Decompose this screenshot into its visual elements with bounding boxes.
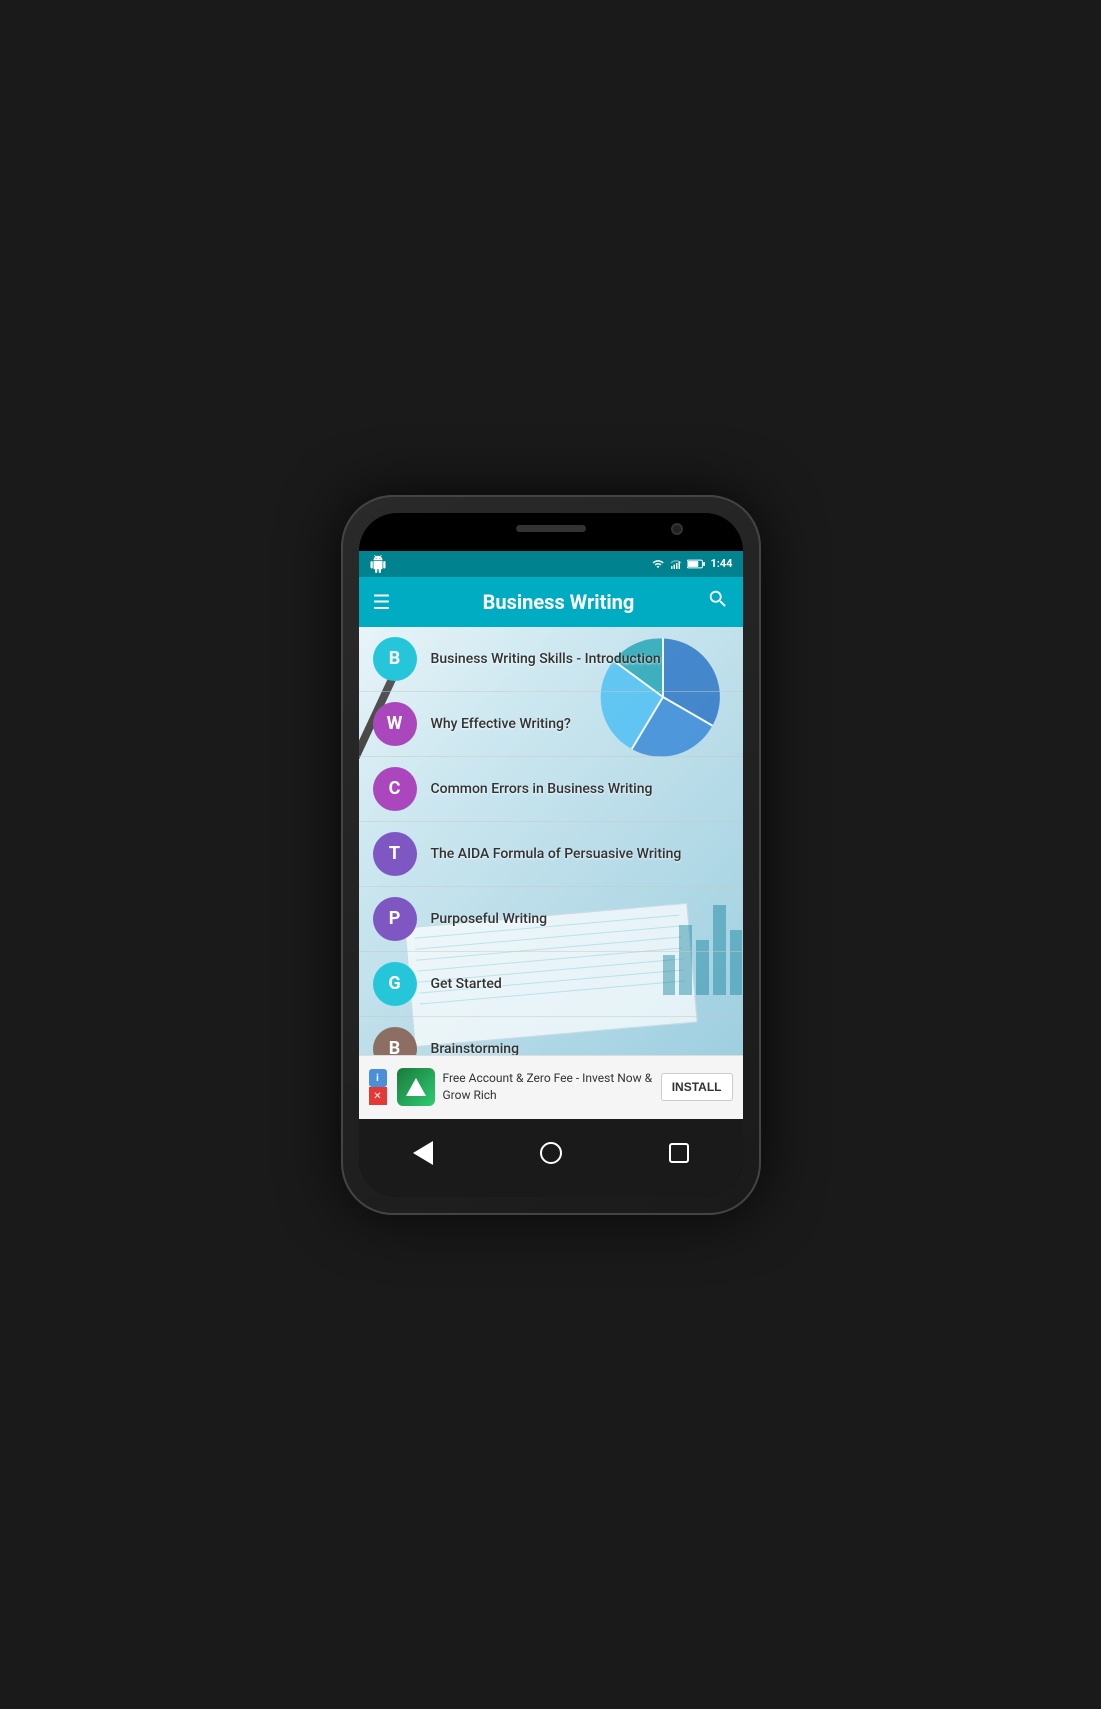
recents-icon <box>669 1143 689 1163</box>
list-item[interactable]: B Business Writing Skills - Introduction <box>359 627 743 692</box>
avatar: T <box>373 832 417 876</box>
ad-text: Free Account & Zero Fee - Invest Now & G… <box>443 1070 661 1104</box>
menu-icon[interactable]: ☰ <box>373 590 391 614</box>
avatar: B <box>373 637 417 681</box>
list-item-text: Brainstorming <box>431 1041 520 1055</box>
list-item[interactable]: G Get Started <box>359 952 743 1017</box>
list-item-text: The AIDA Formula of Persuasive Writing <box>431 846 682 862</box>
search-icon[interactable] <box>707 588 729 615</box>
ad-logo <box>397 1068 435 1106</box>
status-right: 1:44 <box>651 557 732 570</box>
avatar: W <box>373 702 417 746</box>
ad-install-button[interactable]: INSTALL <box>661 1073 733 1101</box>
battery-icon <box>687 558 705 570</box>
android-icon <box>369 555 387 573</box>
content-area: B Business Writing Skills - Introduction W… <box>359 627 743 1055</box>
nav-bar <box>359 1119 743 1197</box>
ad-close-button[interactable]: ✕ <box>369 1087 387 1105</box>
app-bar: ☰ Business Writing <box>359 577 743 627</box>
list-item[interactable]: W Why Effective Writing? <box>359 692 743 757</box>
list-item-text: Purposeful Writing <box>431 911 548 927</box>
time-display: 1:44 <box>710 557 732 570</box>
ad-banner[interactable]: i ✕ Free Account & Zero Fee - Invest Now… <box>359 1055 743 1119</box>
nav-back-button[interactable] <box>405 1135 441 1171</box>
speaker <box>516 525 586 532</box>
phone-screen-container: 1:44 ☰ Business Writing <box>359 513 743 1197</box>
list-item[interactable]: P Purposeful Writing <box>359 887 743 952</box>
nav-home-button[interactable] <box>533 1135 569 1171</box>
avatar: C <box>373 767 417 811</box>
list-item[interactable]: B Brainstorming <box>359 1017 743 1055</box>
avatar: B <box>373 1027 417 1055</box>
ad-info-icon: i <box>369 1069 387 1087</box>
avatar: P <box>373 897 417 941</box>
wifi-icon <box>651 558 665 570</box>
ad-logo-triangle <box>406 1078 426 1096</box>
status-left <box>369 555 387 573</box>
camera <box>671 523 683 535</box>
list-item-text: Business Writing Skills - Introduction <box>431 651 661 667</box>
list: B Business Writing Skills - Introduction W… <box>359 627 743 1055</box>
list-item-text: Why Effective Writing? <box>431 716 571 732</box>
home-icon <box>540 1142 562 1164</box>
app-title: Business Writing <box>410 590 706 614</box>
nav-recents-button[interactable] <box>661 1135 697 1171</box>
signal-icon <box>670 558 682 570</box>
list-item[interactable]: C Common Errors in Business Writing <box>359 757 743 822</box>
back-icon <box>413 1141 433 1165</box>
avatar: G <box>373 962 417 1006</box>
app-screen: 1:44 ☰ Business Writing <box>359 551 743 1119</box>
status-bar: 1:44 <box>359 551 743 577</box>
list-item-text: Get Started <box>431 976 502 992</box>
list-item-text: Common Errors in Business Writing <box>431 781 653 797</box>
phone-device: 1:44 ☰ Business Writing <box>341 495 761 1215</box>
list-item[interactable]: T The AIDA Formula of Persuasive Writing <box>359 822 743 887</box>
